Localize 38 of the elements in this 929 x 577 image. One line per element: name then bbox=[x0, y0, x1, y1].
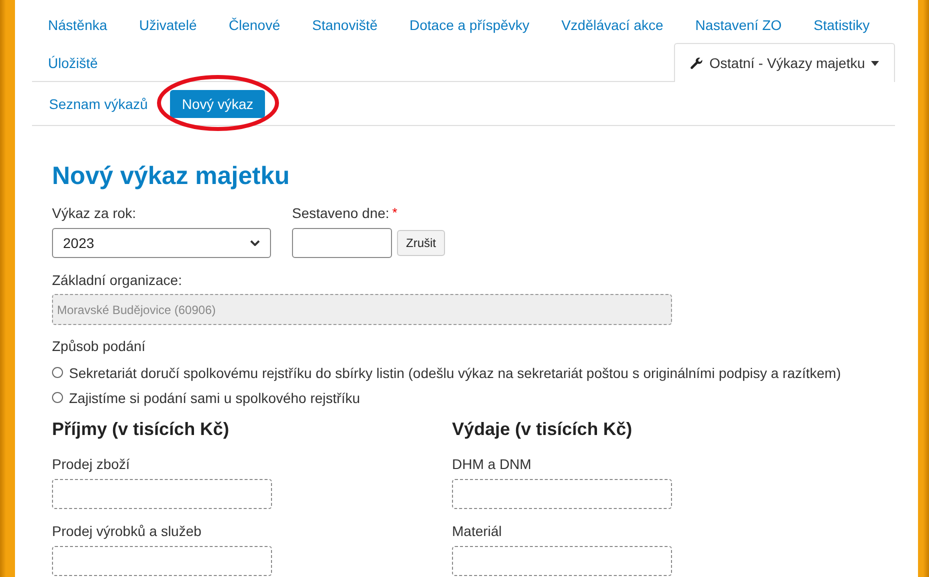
nav-tab[interactable]: Úložiště bbox=[32, 43, 114, 81]
required-mark: * bbox=[392, 205, 398, 220]
radio-button[interactable] bbox=[52, 367, 63, 378]
nav-tab[interactable]: Dotace a příspěvky bbox=[394, 5, 546, 43]
field-label: Materiál bbox=[452, 522, 503, 540]
section-heading: Příjmy (v tisících Kč) bbox=[52, 418, 230, 440]
wrench-icon bbox=[690, 56, 704, 70]
field-label: Prodej výrobků a služeb bbox=[52, 522, 202, 540]
nav-tab[interactable]: Nástěnka bbox=[32, 5, 124, 43]
year-select[interactable]: 2023 bbox=[52, 228, 271, 258]
field-label: Základní organizace: bbox=[52, 271, 183, 289]
date-field[interactable] bbox=[292, 228, 392, 258]
nav-tab[interactable]: Ostatní - Výkazy majetku bbox=[674, 43, 895, 82]
nav-tab[interactable]: Stanoviště bbox=[296, 5, 394, 43]
amount-field[interactable] bbox=[452, 479, 672, 509]
radio-button[interactable] bbox=[52, 392, 63, 403]
amount-field[interactable] bbox=[52, 479, 272, 509]
subnav-tab[interactable]: Seznam výkazů bbox=[49, 90, 148, 118]
field-label: DHM a DNM bbox=[452, 455, 532, 473]
nav-tab[interactable]: Nastavení ZO bbox=[679, 5, 798, 43]
nav-tab[interactable]: Statistiky bbox=[798, 5, 886, 43]
radio-label: Zajistíme si podání sami u spolkového rejstříku bbox=[69, 390, 360, 406]
nav-tab[interactable]: Členové bbox=[212, 5, 296, 43]
section-heading: Výdaje (v tisících Kč) bbox=[452, 418, 634, 440]
nav-tab[interactable]: Uživatelé bbox=[123, 5, 213, 43]
page-title: Nový výkaz majetku bbox=[52, 162, 291, 191]
caret-icon bbox=[871, 60, 879, 66]
cancel-button[interactable]: Zrušit bbox=[397, 230, 445, 256]
amount-field[interactable] bbox=[452, 546, 672, 576]
field-label: Způsob podání bbox=[52, 337, 146, 355]
subnav-tab[interactable]: Nový výkaz bbox=[170, 90, 266, 118]
field-label: Sestaveno dne: bbox=[292, 205, 390, 221]
amount-field[interactable] bbox=[52, 546, 272, 576]
chevron-icon bbox=[250, 240, 260, 246]
nav-tab[interactable]: Vzdělávací akce bbox=[545, 5, 680, 43]
radio-label: Sekretariát doručí spolkovému rejstříku do sbírky listin (odešlu výkaz na sekretariát poštou s originálními podpisy a razítkem) bbox=[69, 364, 841, 380]
field-label: Výkaz za rok: bbox=[52, 204, 138, 222]
field-label: Prodej zboží bbox=[52, 455, 131, 473]
